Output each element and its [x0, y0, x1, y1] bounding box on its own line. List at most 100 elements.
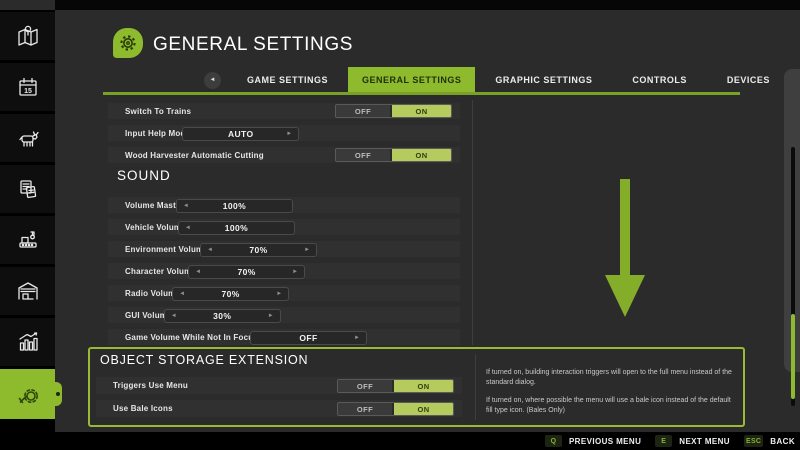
vehicle-volume-selector[interactable]: ◄ 100% ►	[178, 221, 295, 235]
scrollbar-track[interactable]	[791, 147, 795, 406]
toggle-off-button[interactable]: OFF	[338, 403, 392, 415]
decrease-arrow-icon[interactable]: ◄	[179, 288, 185, 300]
toggle-off-button[interactable]: OFF	[336, 149, 390, 161]
statistics-icon	[15, 329, 41, 355]
decrease-arrow-icon[interactable]: ◄	[183, 200, 189, 212]
back-hint[interactable]: ESC BACK	[744, 435, 795, 447]
increase-arrow-icon[interactable]: ►	[354, 332, 360, 344]
previous-menu-hint[interactable]: Q PREVIOUS MENU	[545, 435, 641, 447]
triggers-use-menu-toggle[interactable]: OFF ON	[337, 379, 454, 393]
decrease-arrow-icon[interactable]: ◄	[171, 310, 177, 322]
sidebar-item-storage[interactable]	[0, 267, 55, 315]
page-title: GENERAL SETTINGS	[153, 34, 353, 56]
active-item-notch	[53, 382, 62, 406]
scrollbar[interactable]	[784, 69, 800, 372]
increase-arrow-icon[interactable]: ►	[292, 266, 298, 278]
hint-label: NEXT MENU	[679, 437, 730, 446]
setting-row-triggers-use-menu: Triggers Use Menu OFF ON	[96, 377, 462, 394]
extension-divider	[475, 354, 476, 420]
gui-volume-selector[interactable]: ◄ 30% ►	[164, 309, 281, 323]
sidebar-item-map[interactable]	[0, 12, 55, 60]
use-bale-icons-toggle[interactable]: OFF ON	[337, 402, 454, 416]
sidebar-item-settings[interactable]	[0, 369, 55, 419]
setting-row-radio-volume: Radio Volume ◄ 70% ►	[108, 285, 460, 301]
volume-master-selector[interactable]: ◄ 100% ►	[176, 199, 293, 213]
prev-tab-button[interactable]: ◄	[204, 72, 221, 89]
increase-arrow-icon[interactable]: ►	[268, 310, 274, 322]
radio-volume-selector[interactable]: ◄ 70% ►	[172, 287, 289, 301]
tab-devices[interactable]: DEVICES	[707, 67, 790, 93]
toggle-off-button[interactable]: OFF	[338, 380, 392, 392]
toggle-off-button[interactable]: OFF	[336, 105, 390, 117]
game-volume-focus-selector[interactable]: ◄ OFF ►	[250, 331, 367, 345]
tab-bar: ◄ GAME SETTINGS GENERAL SETTINGS GRAPHIC…	[198, 67, 800, 93]
selector-value: OFF	[299, 333, 317, 343]
sound-section-title: SOUND	[117, 168, 171, 183]
decrease-arrow-icon[interactable]: ◄	[207, 244, 213, 256]
wood-harvester-toggle[interactable]: OFF ON	[335, 148, 452, 162]
increase-arrow-icon[interactable]: ►	[276, 288, 282, 300]
tab-game-settings[interactable]: GAME SETTINGS	[227, 67, 348, 93]
sidebar-item-statistics[interactable]	[0, 318, 55, 366]
next-menu-hint[interactable]: E NEXT MENU	[655, 435, 730, 447]
extension-rows: Triggers Use Menu OFF ON Use Bale Icons …	[96, 377, 462, 423]
setting-row-character-volume: Character Volume ◄ 70% ►	[108, 263, 460, 279]
setting-row-input-help-mode: Input Help Mode ◄ AUTO ►	[108, 125, 460, 141]
toggle-on-button[interactable]: ON	[392, 149, 451, 161]
input-help-mode-selector[interactable]: ◄ AUTO ►	[182, 127, 299, 141]
scroll-down-hint-arrow-icon	[603, 179, 647, 319]
tab-graphic-settings[interactable]: GRAPHIC SETTINGS	[475, 67, 612, 93]
tab-controls[interactable]: CONTROLS	[612, 67, 707, 93]
settings-wrench-icon	[15, 381, 41, 407]
switch-to-trains-toggle[interactable]: OFF ON	[335, 104, 452, 118]
setting-label: Game Volume While Not In Focus	[125, 333, 258, 342]
selector-value: 70%	[237, 267, 255, 277]
selector-value: 30%	[213, 311, 231, 321]
character-volume-selector[interactable]: ◄ 70% ►	[188, 265, 305, 279]
setting-label: Wood Harvester Automatic Cutting	[125, 151, 264, 160]
selector-value: AUTO	[228, 129, 254, 139]
hint-label: PREVIOUS MENU	[569, 437, 641, 446]
increase-arrow-icon[interactable]: ►	[304, 244, 310, 256]
toggle-on-button[interactable]: ON	[392, 105, 451, 117]
sidebar-item-contracts[interactable]	[0, 165, 55, 213]
scrollbar-thumb[interactable]	[791, 314, 795, 399]
setting-row-volume-master: Volume Master ◄ 100% ►	[108, 197, 460, 213]
sidebar-item-calendar[interactable]: 15	[0, 63, 55, 111]
help-text-triggers: If turned on, building interaction trigg…	[486, 368, 738, 388]
decrease-arrow-icon[interactable]: ◄	[195, 266, 201, 278]
selector-value: 70%	[222, 289, 240, 299]
sidebar-item-production[interactable]	[0, 216, 55, 264]
hint-label: BACK	[770, 437, 795, 446]
extension-section-title: OBJECT STORAGE EXTENSION	[100, 353, 308, 367]
general-settings-screen: 15	[0, 0, 800, 450]
environment-volume-selector[interactable]: ◄ 70% ►	[200, 243, 317, 257]
setting-row-environment-volume: Environment Volume ◄ 70% ►	[108, 241, 460, 257]
key-badge-e: E	[655, 435, 672, 447]
toggle-on-button[interactable]: ON	[394, 403, 453, 415]
setting-label: Triggers Use Menu	[113, 381, 188, 390]
tab-general-settings[interactable]: GENERAL SETTINGS	[348, 67, 475, 93]
general-settings-rows: Switch To Trains OFF ON Input Help Mode …	[108, 103, 460, 169]
setting-label: Environment Volume	[125, 245, 208, 254]
sidebar-item-animals[interactable]	[0, 114, 55, 162]
warehouse-icon	[15, 278, 41, 304]
increase-arrow-icon[interactable]: ►	[286, 128, 292, 140]
tab-underline	[103, 92, 740, 95]
cow-icon	[15, 125, 41, 151]
setting-row-gui-volume: GUI Volume ◄ 30% ►	[108, 307, 460, 323]
prev-tab-arrow-icon: ◄	[210, 77, 216, 83]
object-storage-extension-panel: OBJECT STORAGE EXTENSION Triggers Use Me…	[88, 347, 745, 427]
toggle-on-button[interactable]: ON	[394, 380, 453, 392]
selector-value: 70%	[249, 245, 267, 255]
map-icon	[15, 23, 41, 49]
setting-row-use-bale-icons: Use Bale Icons OFF ON	[96, 400, 462, 417]
setting-row-game-volume-focus: Game Volume While Not In Focus ◄ OFF ►	[108, 329, 460, 345]
gear-icon	[116, 31, 140, 55]
top-left-corner	[0, 0, 55, 10]
setting-label: Use Bale Icons	[113, 404, 173, 413]
setting-row-switch-to-trains: Switch To Trains OFF ON	[108, 103, 460, 119]
setting-row-wood-harvester: Wood Harvester Automatic Cutting OFF ON	[108, 147, 460, 163]
help-text-bale-icons: If turned on, where possible the menu wi…	[486, 396, 738, 416]
decrease-arrow-icon[interactable]: ◄	[185, 222, 191, 234]
